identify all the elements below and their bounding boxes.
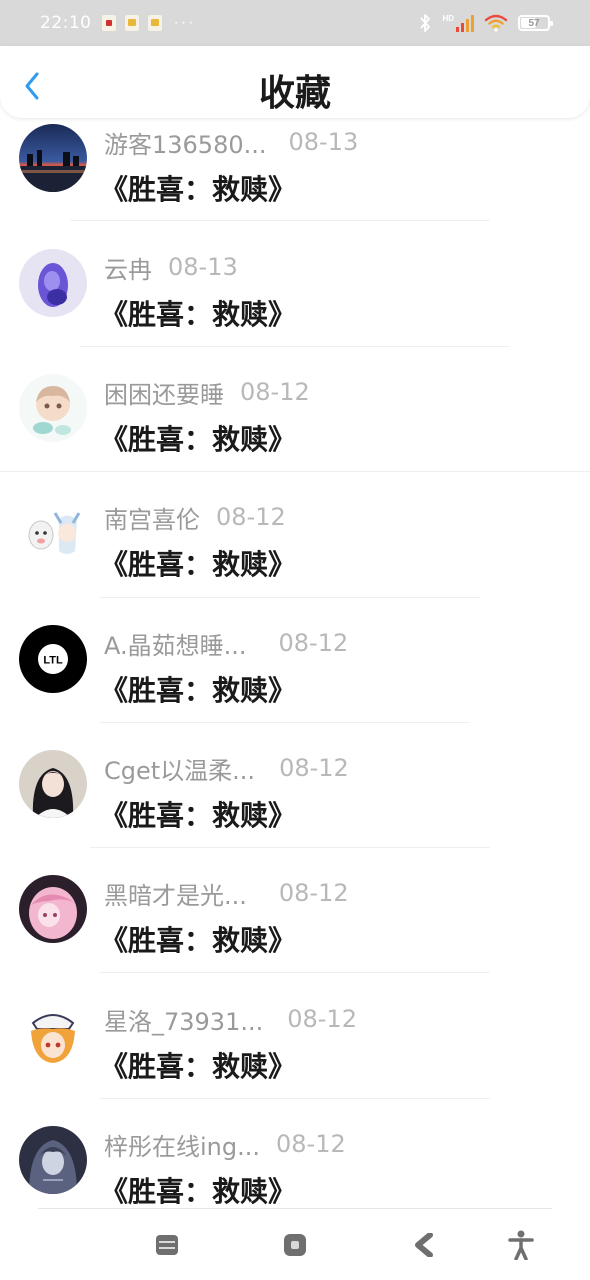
- item-date: 08-12: [287, 1005, 357, 1033]
- item-date: 08-13: [168, 253, 238, 281]
- item-meta: 困困还要睡 08-12: [104, 374, 310, 410]
- username[interactable]: 黑暗才是光...: [104, 876, 247, 911]
- item-meta: 星洛_73931... 08-12: [104, 1001, 357, 1037]
- divider: [0, 471, 590, 472]
- item-meta: A.晶茹想睡... 08-12: [104, 625, 348, 661]
- item-meta: 游客136580... 08-13: [104, 124, 358, 160]
- item-date: 08-12: [278, 629, 349, 657]
- user-avatar[interactable]: LTL: [19, 625, 87, 693]
- divider: [100, 722, 470, 723]
- menu-icon: [156, 1235, 178, 1255]
- accessibility-icon: [508, 1230, 534, 1260]
- system-nav-bar: [0, 1208, 590, 1280]
- status-bar: 22:10 ··· HD 57: [0, 0, 590, 46]
- divider: [38, 1208, 552, 1209]
- item-meta: 云冉 08-13: [104, 249, 238, 285]
- home-button[interactable]: [280, 1230, 310, 1260]
- divider: [70, 220, 490, 221]
- favorites-list[interactable]: 游客136580... 08-13 《胜喜：救赎》 云冉 08-13 《胜喜：救…: [0, 118, 590, 1208]
- divider: [100, 1098, 490, 1099]
- list-item[interactable]: LTL A.晶茹想睡... 08-12 《胜喜：救赎》: [0, 625, 590, 750]
- list-item[interactable]: 困困还要睡 08-12 《胜喜：救赎》: [0, 374, 590, 499]
- post-title[interactable]: 《胜喜：救赎》: [100, 1170, 296, 1208]
- page-header: 收藏: [0, 46, 590, 118]
- username[interactable]: 南宫喜伦: [104, 500, 200, 535]
- post-title[interactable]: 《胜喜：救赎》: [100, 543, 296, 583]
- menu-button[interactable]: [152, 1230, 182, 1260]
- svg-text:LTL: LTL: [43, 655, 63, 667]
- home-icon: [284, 1234, 306, 1256]
- username[interactable]: 云冉: [104, 250, 152, 285]
- back-icon: [415, 1233, 433, 1257]
- list-item[interactable]: Cget以温柔... 08-12 《胜喜：救赎》: [0, 750, 590, 875]
- notification-app-icon: [147, 15, 162, 31]
- status-time: 22:10: [40, 13, 92, 33]
- battery-icon: 57: [518, 15, 553, 31]
- user-avatar[interactable]: [19, 499, 87, 567]
- user-avatar[interactable]: [19, 124, 87, 192]
- user-avatar[interactable]: [19, 374, 87, 442]
- user-avatar[interactable]: [19, 875, 87, 943]
- post-title[interactable]: 《胜喜：救赎》: [100, 1045, 296, 1085]
- more-notifications-indicator: ···: [173, 14, 196, 31]
- nav-back-button[interactable]: [410, 1230, 440, 1260]
- divider: [80, 346, 510, 347]
- item-date: 08-12: [276, 1130, 346, 1158]
- list-item[interactable]: 云冉 08-13 《胜喜：救赎》: [0, 249, 590, 374]
- username[interactable]: 困困还要睡: [104, 375, 224, 410]
- notification-app-icon: [101, 15, 116, 31]
- item-meta: 南宫喜伦 08-12: [104, 499, 286, 535]
- bluetooth-icon: [420, 14, 431, 32]
- page-title: 收藏: [258, 73, 331, 114]
- notification-icons: [101, 15, 162, 31]
- list-item[interactable]: 黑暗才是光... 08-12 《胜喜：救赎》: [0, 875, 590, 1000]
- username[interactable]: 星洛_73931...: [104, 1002, 263, 1037]
- item-date: 08-12: [216, 503, 286, 531]
- user-avatar[interactable]: [19, 1126, 87, 1194]
- post-title[interactable]: 《胜喜：救赎》: [100, 669, 296, 709]
- username[interactable]: Cget以温柔...: [104, 751, 255, 786]
- username[interactable]: 游客136580...: [104, 125, 267, 160]
- item-meta: 黑暗才是光... 08-12: [104, 875, 349, 911]
- post-title[interactable]: 《胜喜：救赎》: [100, 168, 296, 208]
- user-avatar[interactable]: [19, 750, 87, 818]
- wifi-icon: [484, 14, 508, 32]
- post-title[interactable]: 《胜喜：救赎》: [100, 794, 296, 834]
- item-meta: Cget以温柔... 08-12: [104, 750, 349, 786]
- notification-app-icon: [124, 15, 139, 31]
- cell-signal-icon: [456, 14, 474, 32]
- user-avatar[interactable]: [19, 1001, 87, 1069]
- username[interactable]: 梓彤在线ing...: [104, 1127, 260, 1162]
- post-title[interactable]: 《胜喜：救赎》: [100, 293, 296, 333]
- battery-level: 57: [528, 17, 540, 29]
- list-item[interactable]: 梓彤在线ing... 08-12 《胜喜：救赎》: [0, 1126, 590, 1208]
- divider: [100, 972, 490, 973]
- user-avatar[interactable]: [19, 249, 87, 317]
- post-title[interactable]: 《胜喜：救赎》: [100, 919, 296, 959]
- item-date: 08-12: [279, 754, 349, 782]
- divider: [100, 597, 480, 598]
- username[interactable]: A.晶茹想睡...: [104, 626, 247, 661]
- item-date: 08-13: [288, 128, 359, 156]
- network-badge: HD: [442, 13, 454, 23]
- item-meta: 梓彤在线ing... 08-12: [104, 1126, 346, 1162]
- list-item[interactable]: 南宫喜伦 08-12 《胜喜：救赎》: [0, 499, 590, 624]
- post-title[interactable]: 《胜喜：救赎》: [100, 418, 296, 458]
- item-date: 08-12: [240, 378, 310, 406]
- list-item[interactable]: 游客136580... 08-13 《胜喜：救赎》: [0, 124, 590, 249]
- item-date: 08-12: [278, 879, 349, 907]
- accessibility-button[interactable]: [506, 1230, 536, 1260]
- divider: [90, 847, 490, 848]
- list-item[interactable]: 星洛_73931... 08-12 《胜喜：救赎》: [0, 1001, 590, 1126]
